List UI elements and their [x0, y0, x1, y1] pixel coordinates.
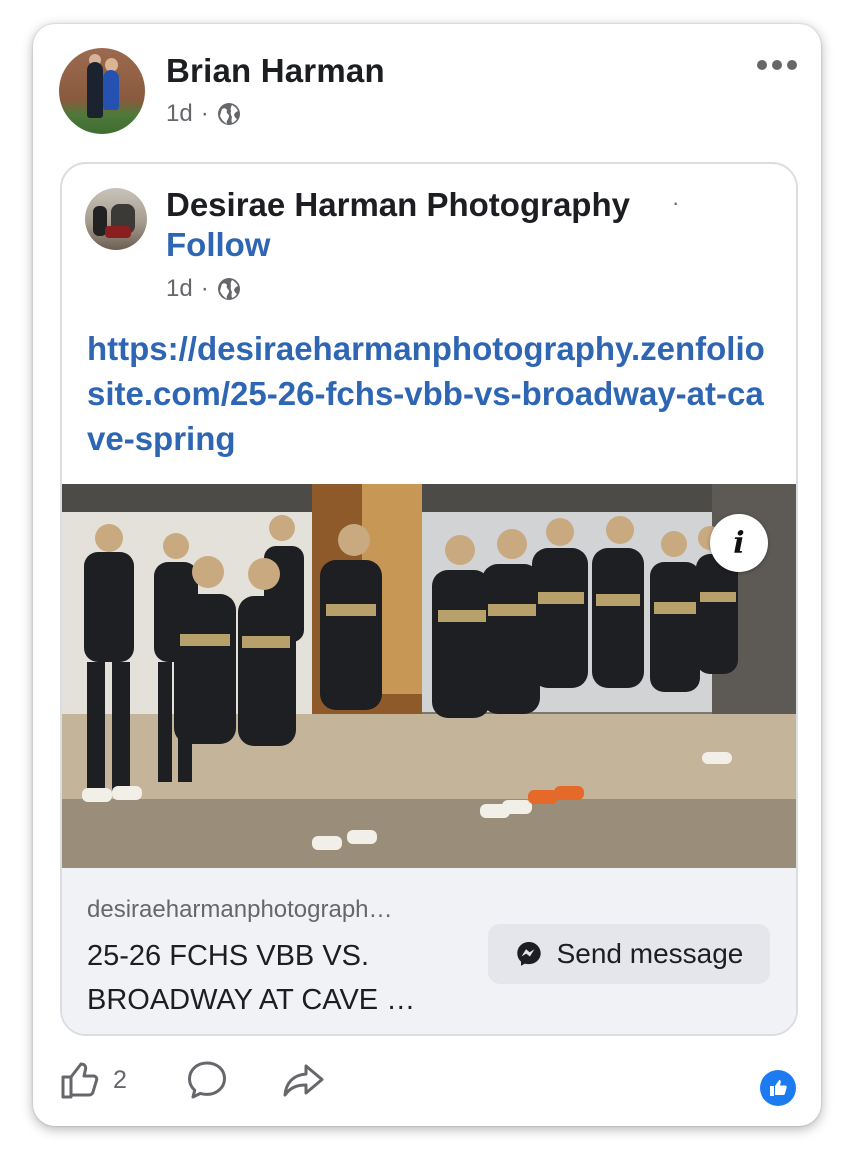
- post-time[interactable]: 1d: [166, 100, 193, 128]
- link-preview-footer[interactable]: desiraeharmanphotograph… 25-26 FCHS VBB …: [62, 868, 796, 1034]
- author-avatar[interactable]: [59, 48, 145, 134]
- post-actions: 2: [33, 1058, 821, 1118]
- globe-icon: [217, 278, 240, 300]
- post-meta: 1d ·: [166, 100, 241, 128]
- globe-icon: [217, 103, 240, 125]
- share-button[interactable]: [281, 1058, 327, 1102]
- post-link[interactable]: https://desiraeharmanphotography.zenfoli…: [87, 326, 777, 461]
- messenger-icon: [516, 942, 541, 966]
- like-reaction-icon[interactable]: [760, 1070, 796, 1106]
- send-message-button[interactable]: Send message: [488, 924, 770, 984]
- more-options-button[interactable]: [755, 52, 799, 76]
- send-message-label: Send message: [556, 938, 744, 969]
- shared-meta: 1d ·: [166, 275, 241, 303]
- shared-author-name[interactable]: Desirae Harman Photography: [166, 186, 630, 224]
- name-separator: ·: [672, 190, 680, 215]
- link-title[interactable]: 25-26 FCHS VBB VS. BROADWAY AT CAVE …: [87, 934, 467, 1022]
- share-icon: [283, 1064, 324, 1097]
- thumbs-up-icon: [770, 1080, 787, 1096]
- comment-button[interactable]: [185, 1058, 229, 1102]
- shared-author-avatar[interactable]: [85, 188, 147, 250]
- meta-separator: ·: [200, 275, 209, 302]
- dot-icon: [757, 60, 767, 70]
- comment-icon: [188, 1061, 226, 1099]
- author-name[interactable]: Brian Harman: [166, 52, 385, 90]
- dot-icon: [787, 60, 797, 70]
- shared-post: Desirae Harman Photography · Follow 1d ·…: [60, 162, 798, 1036]
- like-button[interactable]: 2: [59, 1058, 127, 1102]
- info-icon[interactable]: i: [710, 514, 768, 572]
- thumbs-up-icon: [61, 1062, 99, 1099]
- like-count: 2: [113, 1065, 127, 1094]
- team-photo: [62, 484, 796, 868]
- link-preview-image[interactable]: i: [62, 484, 796, 868]
- shared-time[interactable]: 1d: [166, 275, 193, 303]
- meta-separator: ·: [200, 100, 209, 127]
- post-card: Brian Harman 1d · Desirae Harman Photogr…: [33, 24, 821, 1126]
- follow-button[interactable]: Follow: [166, 226, 270, 264]
- link-domain: desiraeharmanphotograph…: [87, 896, 393, 923]
- dot-icon: [772, 60, 782, 70]
